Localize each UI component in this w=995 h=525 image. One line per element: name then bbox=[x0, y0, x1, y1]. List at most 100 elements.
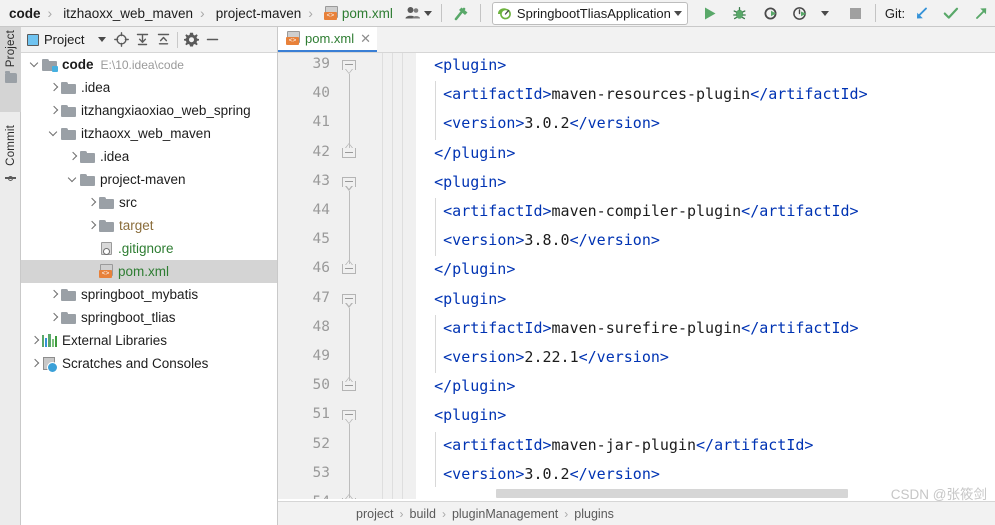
horizontal-scrollbar-thumb[interactable] bbox=[496, 489, 848, 498]
chevron-right-icon[interactable] bbox=[86, 214, 99, 237]
breadcrumb-separator: › bbox=[200, 5, 205, 21]
line-number: 40 bbox=[312, 85, 330, 102]
tree-node-target[interactable]: target bbox=[21, 214, 277, 237]
xml-file-icon bbox=[286, 31, 300, 46]
tree-node-label: src bbox=[119, 195, 137, 210]
collapse-all-button[interactable] bbox=[153, 29, 174, 51]
tree-node-springboot-tlias[interactable]: springboot_tlias bbox=[21, 306, 277, 329]
code-canvas[interactable]: 39 40 41 42 43 44 45 46 47 48 49 50 51 52 53 54 <plugin… bbox=[278, 53, 995, 499]
xml-tag-token: <version> bbox=[443, 348, 525, 366]
editor-tab-pom-xml[interactable]: pom.xml ✕ bbox=[278, 27, 378, 52]
scratches-icon bbox=[42, 356, 58, 373]
code-line: <artifactId>maven-compiler-plugin</artif… bbox=[443, 202, 858, 220]
chevron-down-icon[interactable] bbox=[29, 53, 42, 76]
line-number: 44 bbox=[312, 202, 330, 218]
code-fold-end-icon[interactable] bbox=[342, 376, 356, 394]
xml-tag-token: <plugin> bbox=[434, 289, 507, 308]
idea-window: code›itzhaoxx_web_maven›project-maven›po… bbox=[0, 0, 995, 525]
breadcrumb-label: itzhaoxx_web_maven bbox=[63, 5, 194, 21]
code-content[interactable]: <plugin> <artifactId>maven-resources-plug… bbox=[416, 53, 995, 499]
tree-node-code[interactable]: code E:\10.idea\code bbox=[21, 53, 277, 76]
gutter-divider bbox=[392, 53, 393, 499]
debug-bug-icon[interactable] bbox=[728, 2, 752, 24]
breadcrumb-item-itzhaoxx-web-maven[interactable]: itzhaoxx_web_maven bbox=[57, 0, 195, 27]
xml-tag-token: <plugin> bbox=[434, 56, 507, 74]
xml-text-token: 3.8.0 bbox=[524, 231, 570, 250]
code-line: <version>3.8.0</version> bbox=[443, 231, 660, 249]
chevron-right-icon[interactable] bbox=[29, 352, 42, 375]
indent-guide bbox=[434, 110, 436, 140]
tree-node-springboot-mybatis[interactable]: springboot_mybatis bbox=[21, 283, 277, 306]
avatar-icon[interactable] bbox=[403, 2, 434, 24]
breadcrumb-item-pom-xml[interactable]: pom.xml bbox=[318, 0, 395, 27]
tree-node--idea[interactable]: .idea bbox=[21, 76, 277, 99]
stop-square-icon[interactable] bbox=[844, 2, 868, 24]
chevron-right-icon[interactable] bbox=[48, 283, 61, 306]
project-panel-toolbar: Project bbox=[21, 27, 277, 53]
xml-breadcrumb-item-project[interactable]: project bbox=[356, 507, 394, 521]
run-configuration-selector[interactable]: SpringbootTliasApplication bbox=[491, 1, 688, 25]
indent-guide bbox=[434, 314, 436, 344]
code-fold-collapse-icon[interactable] bbox=[342, 176, 356, 191]
code-fold-collapse-icon[interactable] bbox=[342, 410, 356, 425]
sidebar-tab-project[interactable]: Project bbox=[0, 27, 21, 112]
commit-icon bbox=[5, 173, 16, 184]
chevron-right-icon[interactable] bbox=[48, 76, 61, 99]
tree-node-src[interactable]: src bbox=[21, 191, 277, 214]
tree-node-itzhaoxx-web-maven[interactable]: itzhaoxx_web_maven bbox=[21, 122, 277, 145]
tree-node--gitignore[interactable]: .gitignore bbox=[21, 237, 277, 260]
code-fold-end-icon[interactable] bbox=[342, 259, 356, 277]
gitignore-file-icon bbox=[99, 241, 113, 256]
breadcrumb-item-code[interactable]: code bbox=[0, 0, 43, 27]
indent-guide bbox=[434, 344, 436, 374]
tree-node--idea[interactable]: .idea bbox=[21, 145, 277, 168]
profiler-dropdown[interactable] bbox=[812, 2, 836, 24]
xml-breadcrumb-item-plugins[interactable]: plugins bbox=[574, 507, 614, 521]
breadcrumb-label: code bbox=[9, 5, 41, 21]
code-line: <plugin> bbox=[434, 173, 506, 191]
editor-gutter[interactable]: 39 40 41 42 43 44 45 46 47 48 49 50 51 52 53 54 bbox=[278, 53, 416, 499]
chevron-right-icon[interactable] bbox=[48, 99, 61, 122]
chevron-down-icon[interactable] bbox=[67, 168, 80, 191]
chevron-right-icon[interactable] bbox=[86, 191, 99, 214]
xml-breadcrumb-item-build[interactable]: build bbox=[410, 507, 436, 521]
tree-node-itzhangxiaoxiao-web-spring[interactable]: itzhangxiaoxiao_web_spring bbox=[21, 99, 277, 122]
xml-tag-token: </version> bbox=[569, 231, 660, 250]
xml-breadcrumb-item-pluginManagement[interactable]: pluginManagement bbox=[452, 507, 558, 521]
tree-node-project-maven[interactable]: project-maven bbox=[21, 168, 277, 191]
expand-all-button[interactable] bbox=[132, 29, 153, 51]
git-update-icon[interactable] bbox=[909, 2, 933, 24]
tree-node-external-libraries[interactable]: External Libraries bbox=[21, 329, 277, 352]
close-x-icon[interactable]: ✕ bbox=[360, 32, 371, 46]
profiler-icon[interactable] bbox=[788, 2, 812, 24]
hide-panel-button[interactable] bbox=[202, 29, 223, 51]
chevron-down-icon[interactable] bbox=[48, 122, 61, 145]
chevron-right-icon[interactable] bbox=[29, 329, 42, 352]
tree-node-scratches-and-consoles[interactable]: Scratches and Consoles bbox=[21, 352, 277, 375]
project-view-dropdown[interactable] bbox=[90, 29, 111, 51]
build-hammer-icon[interactable] bbox=[449, 2, 473, 24]
code-fold-collapse-icon[interactable] bbox=[342, 60, 356, 74]
code-line: </plugin> bbox=[434, 377, 515, 395]
xml-text-token: maven-surefire-plugin bbox=[551, 318, 742, 337]
xml-text-token: maven-jar-plugin bbox=[551, 435, 697, 454]
chevron-right-icon[interactable] bbox=[67, 145, 80, 168]
tree-node-pom-xml[interactable]: pom.xml bbox=[21, 260, 277, 283]
chevron-right-icon[interactable] bbox=[48, 306, 61, 329]
git-push-icon[interactable] bbox=[969, 2, 993, 24]
select-opened-file-button[interactable] bbox=[111, 29, 132, 51]
coverage-icon[interactable] bbox=[758, 2, 782, 24]
git-commit-check-icon[interactable] bbox=[939, 2, 963, 24]
sidebar-tab-commit[interactable]: Commit bbox=[0, 122, 21, 207]
run-play-icon[interactable] bbox=[698, 2, 722, 24]
gear-icon[interactable] bbox=[181, 29, 202, 51]
horizontal-scrollbar-track[interactable] bbox=[416, 487, 995, 499]
xml-tag-token: <plugin> bbox=[434, 172, 507, 191]
code-fold-end-icon[interactable] bbox=[342, 493, 356, 499]
project-tree[interactable]: code E:\10.idea\code .idea itzhangxiaoxiao_… bbox=[21, 53, 277, 525]
code-fold-end-icon[interactable] bbox=[342, 143, 356, 161]
code-fold-collapse-icon[interactable] bbox=[342, 293, 356, 308]
breadcrumb-item-project-maven[interactable]: project-maven bbox=[210, 0, 304, 27]
xml-breadcrumb[interactable]: project › build › pluginManagement › plugins bbox=[356, 507, 614, 521]
